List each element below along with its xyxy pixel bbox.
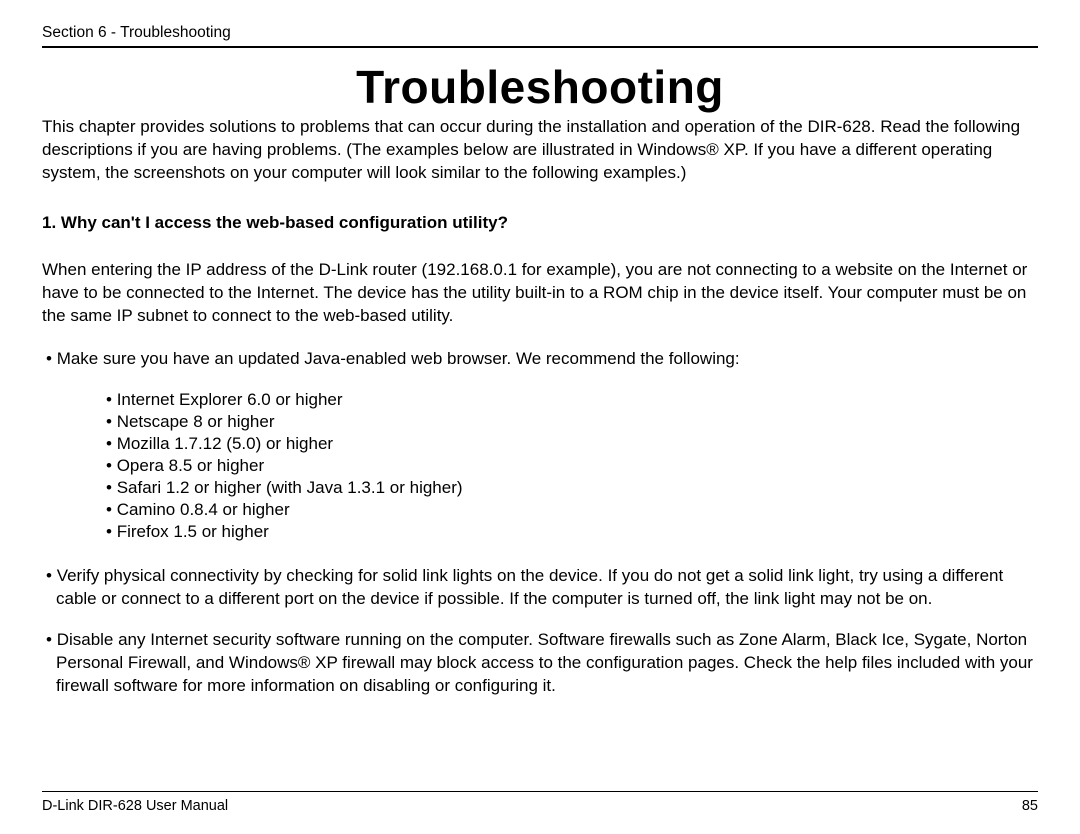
list-item: Mozilla 1.7.12 (5.0) or higher [116, 433, 1038, 455]
browser-list: Internet Explorer 6.0 or higher Netscape… [42, 389, 1038, 544]
bullet-browser: Make sure you have an updated Java-enabl… [42, 348, 1038, 371]
list-item: Camino 0.8.4 or higher [116, 499, 1038, 521]
list-item: Internet Explorer 6.0 or higher [116, 389, 1038, 411]
list-item: Firefox 1.5 or higher [116, 521, 1038, 543]
list-item: Safari 1.2 or higher (with Java 1.3.1 or… [116, 477, 1038, 499]
list-item: Netscape 8 or higher [116, 411, 1038, 433]
intro-paragraph: This chapter provides solutions to probl… [42, 116, 1038, 185]
footer-page-number: 85 [1022, 798, 1038, 814]
faq-answer-1: When entering the IP address of the D-Li… [42, 259, 1038, 328]
page-footer: D-Link DIR-628 User Manual 85 [42, 791, 1038, 814]
bullet-firewall: Disable any Internet security software r… [42, 629, 1038, 698]
bullet-connectivity: Verify physical connectivity by checking… [42, 565, 1038, 611]
list-item: Opera 8.5 or higher [116, 455, 1038, 477]
page-title: Troubleshooting [42, 60, 1038, 114]
faq-question-1: 1. Why can't I access the web-based conf… [42, 213, 1038, 233]
page-header: Section 6 - Troubleshooting [42, 24, 1038, 48]
footer-manual-name: D-Link DIR-628 User Manual [42, 798, 228, 814]
section-label: Section 6 - Troubleshooting [42, 24, 231, 41]
